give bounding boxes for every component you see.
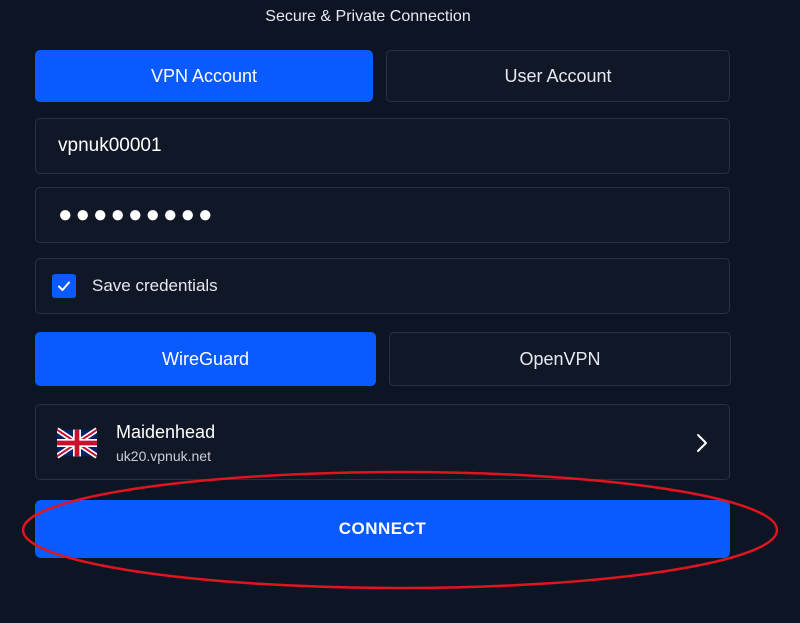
chevron-right-icon	[697, 434, 707, 452]
tab-user-account[interactable]: User Account	[386, 50, 730, 102]
uk-flag-icon	[57, 427, 97, 459]
tab-openvpn[interactable]: OpenVPN	[389, 332, 731, 386]
connect-button[interactable]: CONNECT	[35, 500, 730, 558]
tab-wireguard[interactable]: WireGuard	[35, 332, 376, 386]
password-field[interactable]: ●●●●●●●●●	[35, 187, 730, 243]
password-value: ●●●●●●●●●	[58, 201, 216, 228]
tab-vpn-account[interactable]: VPN Account	[35, 50, 373, 102]
server-name: Maidenhead	[116, 422, 216, 442]
server-host: uk20.vpnuk.net	[116, 448, 211, 464]
username-field[interactable]: vpnuk00001	[35, 118, 730, 174]
save-credentials-checkbox[interactable]	[52, 274, 76, 298]
server-selector[interactable]: Maidenhead uk20.vpnuk.net	[35, 404, 730, 480]
checkmark-icon	[58, 281, 70, 291]
save-credentials-label: Save credentials	[92, 276, 218, 295]
page-title: Secure & Private Connection	[265, 8, 471, 25]
save-credentials-row[interactable]: Save credentials	[35, 258, 730, 314]
username-value: vpnuk00001	[58, 135, 162, 156]
